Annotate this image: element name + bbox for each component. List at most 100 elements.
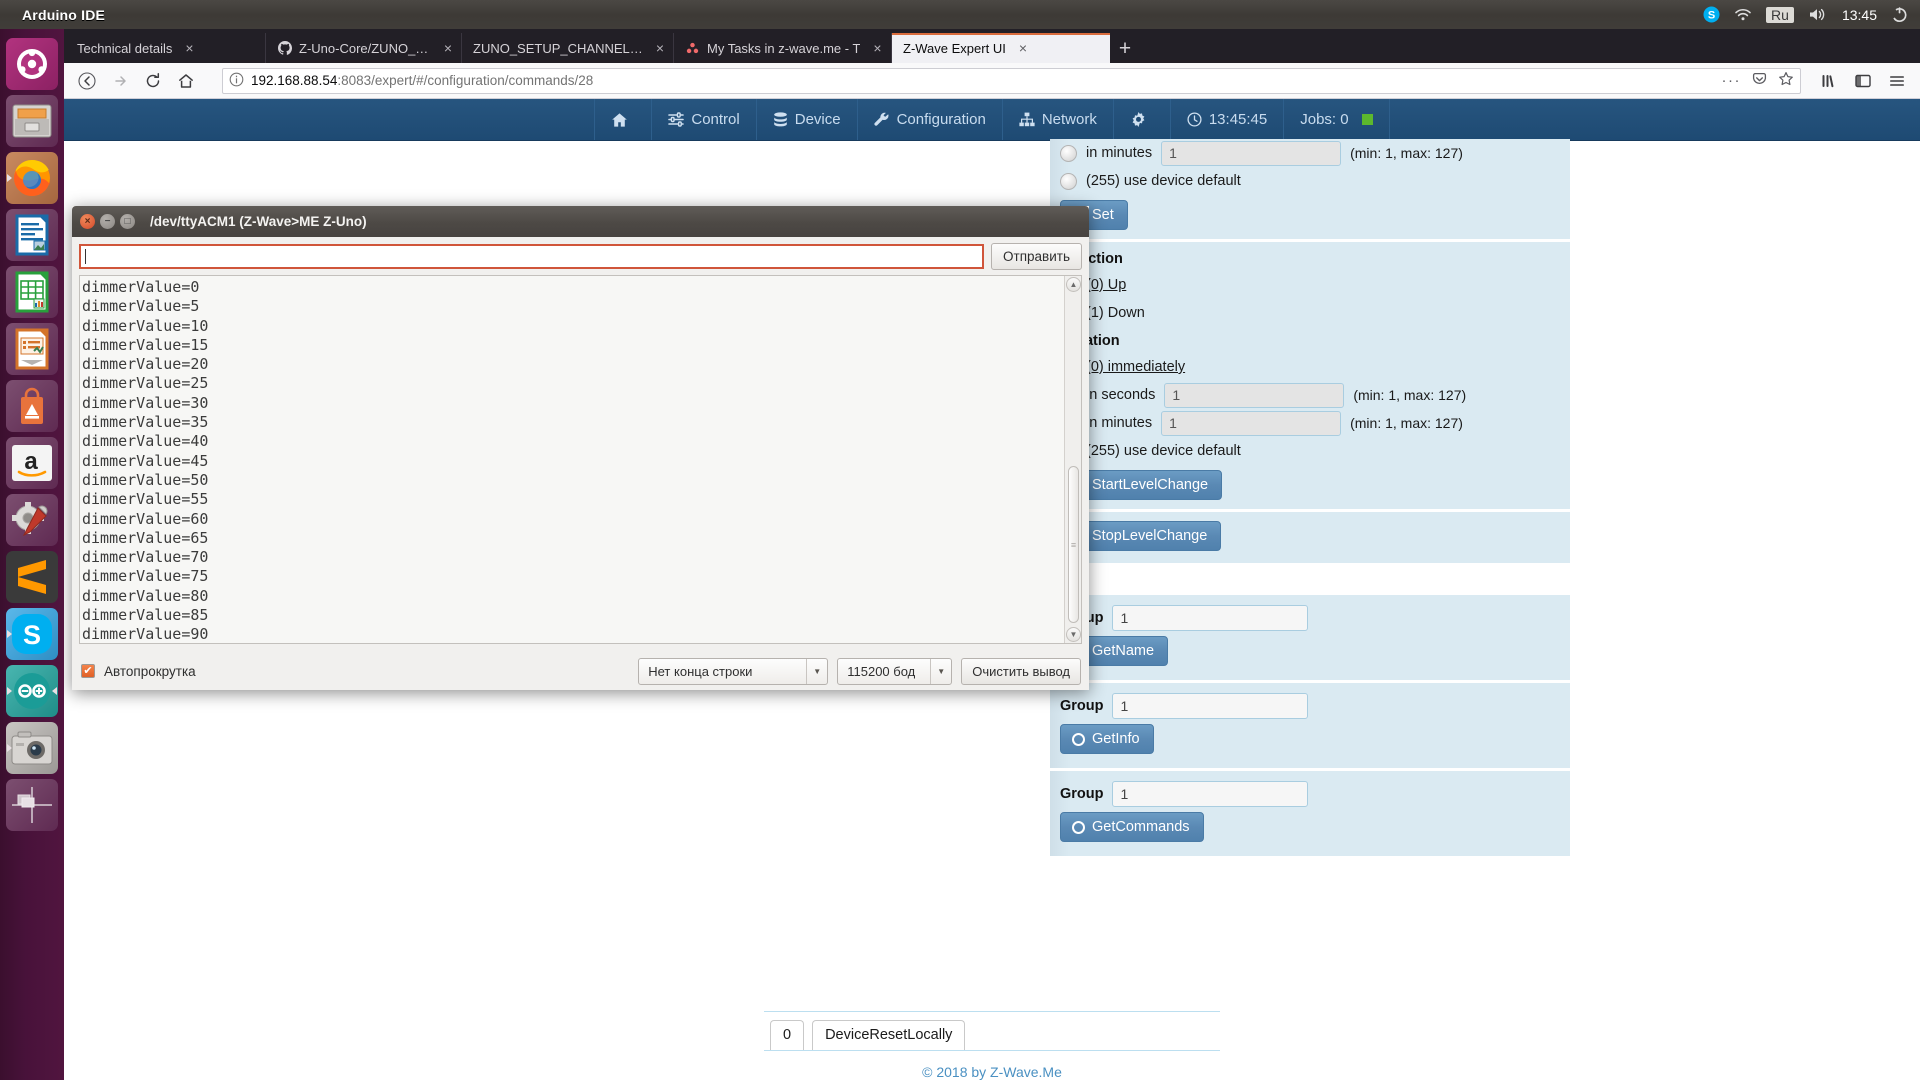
direction-down-row[interactable]: (1) Down <box>1060 299 1560 327</box>
back-arrow-icon[interactable] <box>72 67 102 95</box>
chevron-down-icon[interactable]: ▼ <box>930 659 951 684</box>
duration-seconds-row[interactable]: in seconds 1 (min: 1, max: 127) <box>1060 381 1560 409</box>
get-info-button[interactable]: GetInfo <box>1060 724 1154 754</box>
serial-send-button[interactable]: Отправить <box>991 243 1082 270</box>
tab-close-icon[interactable]: × <box>656 40 664 56</box>
nav-settings[interactable] <box>1114 99 1171 140</box>
sliders-icon <box>668 112 684 127</box>
line-ending-select[interactable]: Нет конца строки ▼ <box>638 658 828 685</box>
launcher-item-system-settings-icon[interactable] <box>6 494 58 546</box>
scroll-down-icon[interactable]: ▼ <box>1066 627 1081 642</box>
browser-tab-technical-details[interactable]: Technical details × <box>66 33 266 63</box>
hamburger-menu-icon[interactable] <box>1882 67 1912 95</box>
launcher-item-libreoffice-writer-icon[interactable] <box>6 209 58 261</box>
tab-title: Z-Wave Expert UI <box>903 41 1006 56</box>
star-icon[interactable] <box>1778 71 1794 90</box>
tab-close-icon[interactable]: × <box>1019 40 1027 56</box>
launcher-item-libreoffice-impress-icon[interactable] <box>6 323 58 375</box>
ellipsis-icon[interactable]: ··· <box>1722 72 1742 89</box>
unity-launcher: a S <box>0 29 64 1080</box>
duration-minutes-row[interactable]: in minutes 1 (min: 1, max: 127) <box>1060 409 1560 437</box>
nav-control[interactable]: Control <box>652 99 756 140</box>
volume-icon[interactable] <box>1808 7 1828 22</box>
baud-rate-select[interactable]: 115200 бод ▼ <box>837 658 952 685</box>
launcher-item-ubuntu-software-icon[interactable] <box>6 380 58 432</box>
maximize-icon[interactable]: □ <box>120 214 135 229</box>
get-commands-group-label: Group <box>1060 786 1104 802</box>
get-commands-group-input[interactable]: 1 <box>1112 781 1308 807</box>
launcher-item-firefox-icon[interactable] <box>6 152 58 204</box>
browser-tab-zuno-setup-channels[interactable]: ZUNO_SETUP_CHANNELS() × <box>462 33 674 63</box>
sidebar-icon[interactable] <box>1848 67 1878 95</box>
launcher-item-arduino-icon[interactable] <box>6 665 58 717</box>
power-icon[interactable] <box>1891 6 1908 23</box>
browser-tab-zwave-expert-ui[interactable]: Z-Wave Expert UI × <box>892 33 1110 63</box>
browser-tab-zuno-core[interactable]: Z-Uno-Core/ZUNO_Defin × <box>266 33 462 63</box>
get-name-group-input[interactable]: 1 <box>1112 605 1308 631</box>
get-commands-button[interactable]: GetCommands <box>1060 812 1204 842</box>
launcher-item-screenshot-icon[interactable] <box>6 722 58 774</box>
line-ending-value: Нет конца строки <box>639 664 761 679</box>
skype-tray-icon[interactable]: S <box>1703 6 1720 23</box>
direction-up-row[interactable]: (0) Up <box>1060 271 1560 299</box>
serial-input[interactable] <box>79 244 984 269</box>
autoscroll-checkbox[interactable]: ✔ <box>81 664 95 678</box>
chevron-down-icon[interactable]: ▼ <box>806 659 827 684</box>
nav-network[interactable]: Network <box>1003 99 1114 140</box>
set-device-default-row[interactable]: (255) use device default <box>1060 167 1560 195</box>
tab-close-icon[interactable]: × <box>185 40 193 56</box>
scroll-up-icon[interactable]: ▲ <box>1066 277 1081 292</box>
url-bar[interactable]: 192.168.88.54:8083/expert/#/configuratio… <box>222 68 1801 94</box>
launcher-item-skype-icon[interactable]: S <box>6 608 58 660</box>
pocket-icon[interactable] <box>1752 72 1767 90</box>
scrollbar-thumb[interactable] <box>1068 466 1079 623</box>
duration-immediately-row[interactable]: (0) immediately <box>1060 353 1560 381</box>
home-icon[interactable] <box>171 67 201 95</box>
forward-arrow-icon[interactable] <box>105 67 135 95</box>
serial-monitor-titlebar[interactable]: × − □ /dev/ttyACM1 (Z-Wave>ME Z-Uno) <box>72 206 1089 237</box>
nav-clock[interactable]: 13:45:45 <box>1171 99 1284 140</box>
set-minutes-input[interactable]: 1 <box>1161 141 1341 166</box>
reload-icon[interactable] <box>138 67 168 95</box>
set-minutes-row[interactable]: in minutes 1 (min: 1, max: 127) <box>1060 139 1560 167</box>
nav-home[interactable] <box>594 99 652 140</box>
bottom-tab-0[interactable]: 0 <box>770 1020 804 1050</box>
launcher-item-files-icon[interactable] <box>6 95 58 147</box>
launcher-item-amazon-icon[interactable]: a <box>6 437 58 489</box>
bottom-tab-device-reset-locally[interactable]: DeviceResetLocally <box>812 1020 965 1050</box>
get-info-group-input[interactable]: 1 <box>1112 693 1308 719</box>
duration-seconds-input[interactable]: 1 <box>1164 383 1344 408</box>
keyboard-layout-indicator[interactable]: Ru <box>1766 7 1794 23</box>
tab-close-icon[interactable]: × <box>873 40 881 56</box>
serial-output-area: dimmerValue=0dimmerValue=5dimmerValue=10… <box>79 275 1082 644</box>
nav-label: Configuration <box>897 111 986 128</box>
get-name-group-row: Group 1 <box>1060 605 1560 631</box>
serial-output-scrollbar[interactable]: ▲ ▼ <box>1064 276 1081 643</box>
new-tab-button[interactable]: + <box>1110 33 1140 63</box>
database-icon <box>773 112 788 128</box>
serial-monitor-title: /dev/ttyACM1 (Z-Wave>ME Z-Uno) <box>150 214 367 229</box>
nav-configuration[interactable]: Configuration <box>858 99 1003 140</box>
running-indicator <box>7 174 12 182</box>
tab-close-icon[interactable]: × <box>444 40 452 56</box>
serial-output-line: dimmerValue=20 <box>82 355 1064 374</box>
launcher-item-workspace-switcher-icon[interactable] <box>6 779 58 831</box>
tray-clock[interactable]: 13:45 <box>1842 7 1877 23</box>
serial-output-line: dimmerValue=5 <box>82 297 1064 316</box>
library-icon[interactable] <box>1814 67 1844 95</box>
page-info-icon[interactable] <box>229 72 244 90</box>
launcher-item-ubuntu-dash-icon[interactable] <box>6 38 58 90</box>
radio-set-minutes[interactable] <box>1060 145 1077 162</box>
nav-jobs[interactable]: Jobs: 0 <box>1284 99 1389 140</box>
launcher-item-sublime-text-icon[interactable] <box>6 551 58 603</box>
launcher-item-libreoffice-calc-icon[interactable] <box>6 266 58 318</box>
nav-device[interactable]: Device <box>757 99 858 140</box>
clear-output-button[interactable]: Очистить вывод <box>961 658 1081 685</box>
duration-minutes-input[interactable]: 1 <box>1161 411 1341 436</box>
radio-set-device-default[interactable] <box>1060 173 1077 190</box>
wifi-icon[interactable] <box>1734 8 1752 22</box>
close-icon[interactable]: × <box>80 214 95 229</box>
minimize-icon[interactable]: − <box>100 214 115 229</box>
duration-device-default-row[interactable]: (255) use device default <box>1060 437 1560 465</box>
browser-tab-my-tasks[interactable]: My Tasks in z-wave.me - T × <box>674 33 892 63</box>
